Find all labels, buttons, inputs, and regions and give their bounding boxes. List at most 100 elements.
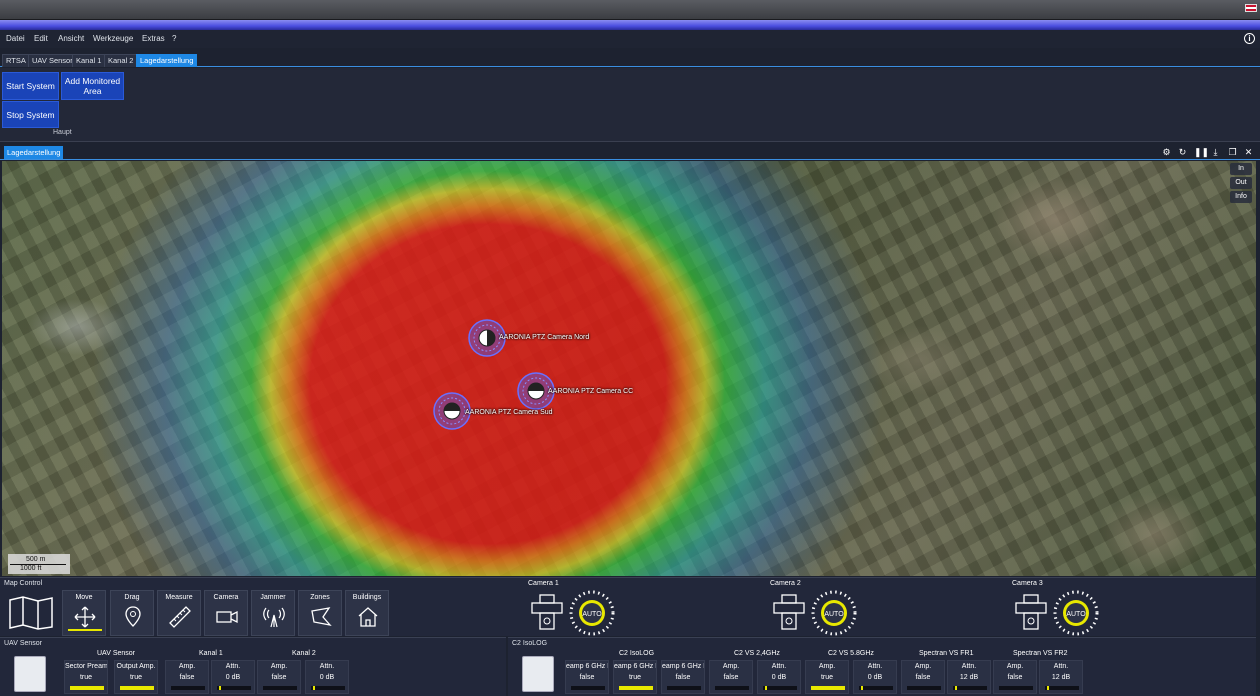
settings-icon[interactable]: ⚙ (1161, 147, 1172, 158)
group-kanal-2: Kanal 2 (292, 650, 316, 657)
param-value: true (129, 674, 143, 681)
menu-werkzeuge[interactable]: Werkzeuge (93, 34, 133, 43)
menu-ansicht[interactable]: Ansicht (58, 34, 84, 43)
tool-zones[interactable]: Zones (298, 590, 342, 636)
camera-3-title: Camera 3 (1012, 580, 1043, 587)
isolog-panel-title: C2 IsoLOG (512, 640, 548, 647)
param-value: false (723, 674, 739, 681)
refresh-icon[interactable]: ↻ (1177, 147, 1188, 158)
tool-camera[interactable]: Camera (204, 590, 248, 636)
param-level-bar (715, 686, 749, 690)
param-value: false (271, 674, 287, 681)
zone-polygon-icon (311, 607, 332, 626)
group-spectran-fr2: Spectran VS FR2 (1013, 650, 1068, 657)
menu-edit[interactable]: Edit (34, 34, 48, 43)
ribbon-group-label: Haupt (53, 129, 72, 136)
close-icon[interactable]: ✕ (1243, 147, 1254, 158)
language-flag-icon[interactable] (1245, 4, 1257, 12)
tab-kanal-1[interactable]: Kanal 1 (72, 54, 106, 67)
param-cell[interactable]: Attn. 12 dB (1039, 660, 1083, 694)
param-cell[interactable]: Amp. false (165, 660, 209, 694)
zoom-in-button[interactable]: In (1230, 163, 1252, 175)
map-info-button[interactable]: Info (1230, 191, 1252, 203)
param-cell[interactable]: Sector Preamp true (64, 660, 108, 694)
menu-extras[interactable]: Extras (142, 34, 165, 43)
map-control-panel: Map Control Move Drag Measure Camera Jam… (0, 577, 1256, 636)
stop-system-button[interactable]: Stop System (2, 101, 59, 128)
param-cell[interactable]: Output Amp. true (114, 660, 158, 694)
pause-icon[interactable]: ❚❚ (1194, 147, 1209, 158)
param-cell[interactable]: Amp. false (257, 660, 301, 694)
view-tab-bar: Lagedarstellung ⚙ ↻ ❚❚ ⤓ ❐ ✕ (0, 146, 1260, 160)
param-value: 12 dB (1051, 674, 1071, 681)
camera-2-auto-button[interactable]: AUTO (811, 590, 857, 636)
param-header: Attn. (319, 663, 335, 670)
param-cell[interactable]: Attn. 12 dB (947, 660, 991, 694)
param-cell[interactable]: eamp 6 GHz Le false (661, 660, 705, 694)
param-cell[interactable]: Amp. false (901, 660, 945, 694)
tool-measure[interactable]: Measure (157, 590, 201, 636)
param-cell[interactable]: Attn. 0 dB (757, 660, 801, 694)
param-header: eamp 6 GHz Le (614, 663, 656, 670)
param-cell[interactable]: Attn. 0 dB (211, 660, 255, 694)
param-header: eamp 6 GHz Le (566, 663, 608, 670)
camera-1-auto-button[interactable]: AUTO (569, 590, 615, 636)
ruler-icon (169, 606, 191, 628)
param-level-bar (120, 686, 154, 690)
param-value: false (1007, 674, 1023, 681)
param-cell[interactable]: Attn. 0 dB (305, 660, 349, 694)
param-header: Amp. (722, 663, 740, 670)
map-view[interactable]: In Out Info AARONIA PTZ Camera Nord AARO… (2, 161, 1256, 576)
add-monitored-area-button[interactable]: Add Monitored Area (61, 72, 124, 100)
param-cell[interactable]: eamp 6 GHz Le false (565, 660, 609, 694)
param-level-bar (859, 686, 893, 690)
view-tab-lagedarstellung[interactable]: Lagedarstellung (4, 146, 64, 159)
camera-sud-label: AARONIA PTZ Camera Sud (465, 409, 553, 416)
param-value: true (628, 674, 642, 681)
param-header: Attn. (771, 663, 787, 670)
param-cell[interactable]: Amp. false (709, 660, 753, 694)
param-header: eamp 6 GHz Le (662, 663, 704, 670)
accent-bar (0, 20, 1260, 30)
tool-buildings[interactable]: Buildings (345, 590, 389, 636)
device-rack-icon (522, 656, 554, 692)
param-cell[interactable]: Amp. true (805, 660, 849, 694)
start-system-button[interactable]: Start System (2, 72, 59, 100)
param-cell[interactable]: Attn. 0 dB (853, 660, 897, 694)
tab-rtsa[interactable]: RTSA (2, 54, 30, 67)
camera-3-auto-button[interactable]: AUTO (1053, 590, 1099, 636)
param-header: Attn. (961, 663, 977, 670)
scale-metric: 500 m (26, 556, 46, 563)
param-cell[interactable]: Amp. false (993, 660, 1037, 694)
scale-imperial: 1000 ft (20, 565, 42, 572)
download-icon[interactable]: ⤓ (1210, 147, 1221, 158)
param-level-bar (571, 686, 605, 690)
window-icon[interactable]: ❐ (1227, 147, 1238, 158)
zoom-out-button[interactable]: Out (1230, 177, 1252, 189)
param-header: Attn. (1053, 663, 1069, 670)
param-value: false (675, 674, 691, 681)
tool-jammer[interactable]: Jammer (251, 590, 295, 636)
group-c2-vs-24: C2 VS 2,4GHz (734, 650, 780, 657)
param-level-bar (1045, 686, 1079, 690)
info-icon[interactable]: i (1244, 33, 1255, 44)
tool-drag[interactable]: Drag (110, 590, 154, 636)
tab-kanal-2[interactable]: Kanal 2 (104, 54, 138, 67)
tool-move[interactable]: Move (62, 590, 106, 636)
param-level-bar (763, 686, 797, 690)
tab-uav-sensor[interactable]: UAV Sensor (28, 54, 77, 67)
ptz-camera-icon (1015, 594, 1047, 630)
param-level-bar (171, 686, 205, 690)
camera-cc-label: AARONIA PTZ Camera CC (548, 388, 634, 395)
uav-sensor-panel-title: UAV Sensor (4, 640, 42, 647)
menu-help[interactable]: ? (172, 34, 176, 43)
param-cell[interactable]: eamp 6 GHz Le true (613, 660, 657, 694)
param-value: true (820, 674, 834, 681)
map-icon (9, 596, 53, 630)
tab-lagedarstellung[interactable]: Lagedarstellung (136, 54, 198, 67)
param-level-bar (907, 686, 941, 690)
device-rack-icon (14, 656, 46, 692)
param-value: false (579, 674, 595, 681)
menu-datei[interactable]: Datei (6, 34, 25, 43)
isolog-panel: C2 IsoLOG C2 IsoLOG C2 VS 2,4GHz C2 VS 5… (508, 637, 1256, 696)
